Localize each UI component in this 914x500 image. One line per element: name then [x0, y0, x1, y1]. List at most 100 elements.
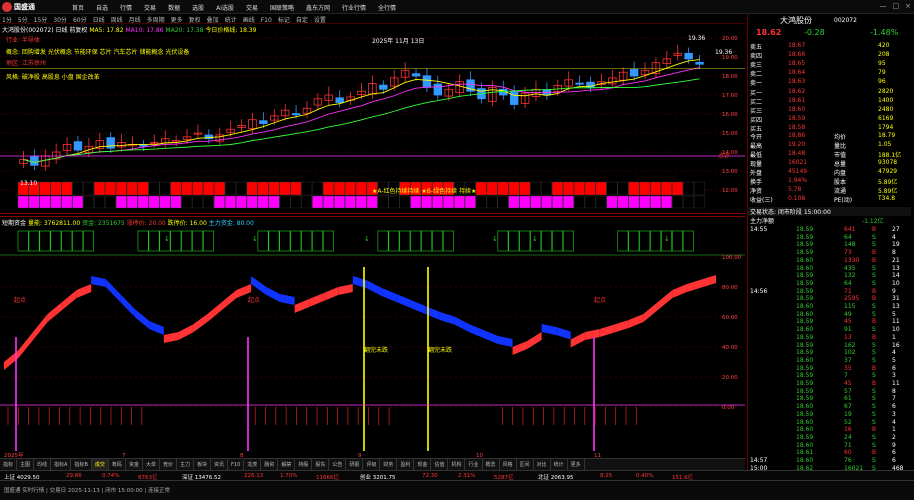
period-button[interactable]: 更多 [171, 15, 183, 24]
signal-band-cell [203, 195, 214, 209]
tick-count: 9 [892, 287, 896, 295]
menu-item[interactable]: 行情 [120, 3, 132, 12]
indicator-tab[interactable]: 大单 [143, 459, 160, 470]
signal-band-cell [443, 195, 454, 209]
period-button[interactable]: 15分 [34, 15, 48, 24]
indicator-tab[interactable]: 融资 [261, 459, 279, 470]
indicator-tab[interactable]: F10 [228, 460, 245, 470]
indicator-tab[interactable]: 公告 [329, 459, 347, 470]
tick-price: 18.59 [796, 380, 814, 387]
indicator-tab[interactable]: 评级 [363, 459, 381, 470]
period-button[interactable]: 周线 [111, 15, 123, 24]
signal-band-cell [519, 195, 531, 209]
indicator-tab[interactable]: 区间 [517, 459, 534, 470]
tick-count: 8 [892, 387, 896, 395]
period-button[interactable]: 日线 [93, 15, 105, 24]
tick-side: S [872, 457, 876, 464]
book-row[interactable]: 卖四 18.66 208 [748, 51, 911, 60]
indicator-tab[interactable]: 统计 [551, 459, 568, 470]
period-button[interactable]: 1分 [2, 15, 12, 24]
indicator-tab[interactable]: 行业 [465, 459, 483, 470]
menu-item[interactable]: 交易 [246, 3, 258, 12]
indicator-tab[interactable]: 现金 [414, 459, 432, 470]
book-row[interactable]: 卖一 18.63 96 [748, 78, 911, 87]
tick-count: 5 [892, 356, 896, 364]
book-row[interactable]: 卖三 18.65 95 [748, 60, 911, 69]
indicator-tab[interactable]: 财务 [380, 459, 398, 470]
period-button[interactable]: 画线 [243, 15, 255, 24]
menu-item[interactable]: 全行情 [378, 3, 396, 12]
signal-band-cell [61, 181, 73, 196]
volume-bar [399, 230, 411, 252]
indicator-tab[interactable]: 成交 [91, 459, 109, 470]
indicator-tab[interactable]: 主图 [17, 459, 35, 470]
book-row[interactable]: 买三 18.60 2480 [748, 106, 911, 115]
indicator-tab[interactable]: 风格 [500, 459, 517, 470]
period-button[interactable]: 月线 [129, 15, 141, 24]
indicator-tab[interactable]: 指标 [0, 459, 18, 470]
indicator-tab[interactable]: 均线 [34, 459, 52, 470]
indicator-tab[interactable]: 盈利 [397, 459, 415, 470]
period-button[interactable]: 统计 [225, 15, 237, 24]
menu-item[interactable]: 交易 [144, 3, 156, 12]
menu-item[interactable]: 行业行情 [342, 3, 366, 12]
period-button[interactable]: 复权 [189, 15, 201, 24]
signal-band-cell [148, 181, 160, 196]
book-row[interactable]: 卖五 18.67 420 [748, 42, 911, 51]
indicator-tab[interactable]: 解禁 [278, 459, 296, 470]
indicator-tab[interactable]: 更多 [568, 459, 585, 470]
menu-item[interactable]: 国联策略 [270, 3, 294, 12]
menu-item[interactable]: AI选股 [216, 3, 234, 12]
menu-item[interactable]: 数据 [168, 3, 180, 12]
tick-volume: 148 [844, 241, 856, 249]
tick-side: S [872, 441, 876, 449]
indicator-tab[interactable]: 板块 [194, 459, 212, 470]
close-icon[interactable]: × [905, 2, 911, 10]
book-row[interactable]: 买二 18.61 1400 [748, 97, 911, 106]
maximize-icon[interactable]: □ [893, 2, 900, 10]
low-price-label: 13.10 [20, 180, 38, 187]
indicator-tab[interactable]: 竞价 [160, 459, 177, 470]
period-button[interactable]: 5分 [18, 15, 28, 24]
menu-item[interactable]: 首页 [72, 3, 84, 12]
period-button[interactable]: 自定 [296, 15, 308, 24]
candle [629, 69, 639, 77]
indicator-tab[interactable]: 主力 [177, 459, 194, 470]
period-button[interactable]: 叠加 [207, 15, 219, 24]
menu-item[interactable]: 鑫东方网 [306, 3, 330, 12]
signal-band-cell [39, 181, 51, 196]
indicator-chart[interactable]: 100.00 80.00 60.00 40.00 20.00 0.00 2025年 7 8 9 10… [0, 216, 745, 459]
indicator-tab[interactable]: 龙虎 [244, 459, 262, 470]
arrow-down-icon: ↓ [164, 235, 170, 243]
oscillator-segment [643, 302, 658, 322]
kline-chart[interactable]: 20.00 19.00 18.00 17.00 16.00 15.00 14.00 13.00… [0, 24, 745, 214]
indicator-tab[interactable]: 资金 [126, 459, 143, 470]
period-button[interactable]: 多周期 [147, 15, 165, 24]
menu-item[interactable]: 自选 [96, 3, 108, 12]
indicator-tab[interactable]: 筹码 [109, 459, 126, 470]
period-button[interactable]: 30分 [53, 15, 67, 24]
indicator-tab[interactable]: 概念 [483, 459, 500, 470]
book-row[interactable]: 买一 18.62 2820 [748, 88, 911, 97]
indicator-tab[interactable]: 指标A [51, 459, 72, 470]
indicator-tab[interactable]: 资讯 [211, 459, 229, 470]
period-button[interactable]: 标记 [278, 15, 290, 24]
indicator-tab[interactable]: 估值 [431, 459, 449, 470]
indicator-tab[interactable]: 研报 [346, 459, 364, 470]
indicator-tab[interactable]: 持股 [295, 459, 313, 470]
signal-band-cell [301, 181, 313, 196]
book-row[interactable]: 买四 18.59 6169 [748, 115, 911, 124]
indicator-tab[interactable]: 指标B [71, 459, 92, 470]
period-button[interactable]: 60分 [73, 15, 87, 24]
menu-item[interactable]: 选股 [192, 3, 204, 12]
indicator-tab[interactable]: 对比 [534, 459, 551, 470]
tick-count: 27 [892, 226, 900, 233]
tick-volume: 64 [844, 279, 852, 287]
indicator-tab[interactable]: 股东 [312, 459, 330, 470]
tick-side: S [872, 372, 876, 380]
book-row[interactable]: 卖二 18.64 79 [748, 69, 911, 78]
period-button[interactable]: 设置 [314, 15, 326, 24]
indicator-tab[interactable]: 机构 [448, 459, 466, 470]
minimize-icon[interactable]: — [880, 2, 887, 10]
period-button[interactable]: F10 [261, 17, 272, 24]
